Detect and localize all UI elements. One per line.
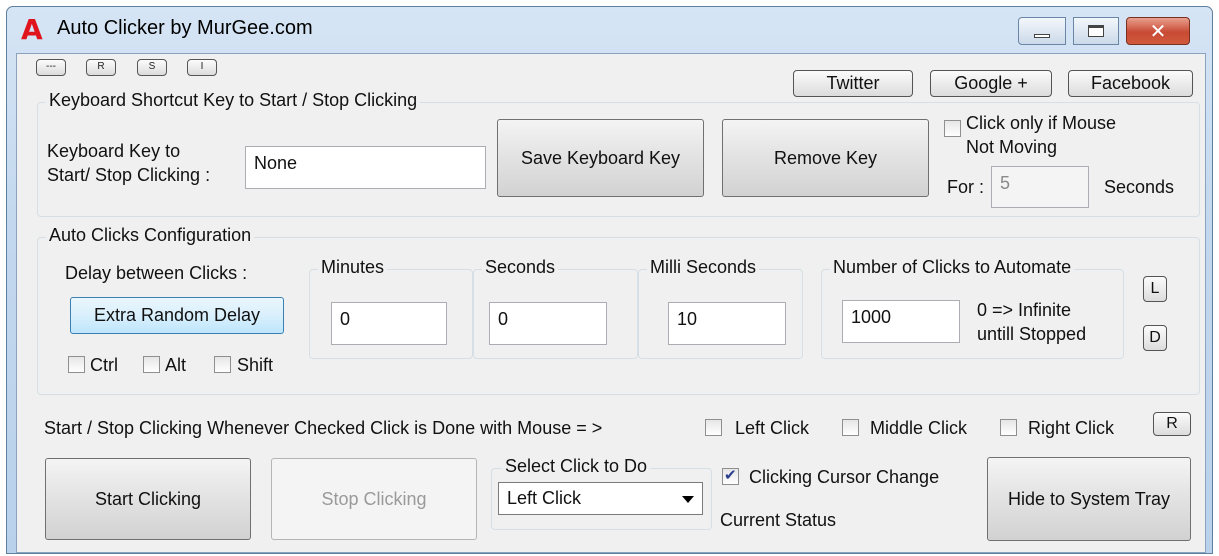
close-button[interactable]: ✕ bbox=[1126, 17, 1190, 45]
maximize-button[interactable] bbox=[1073, 17, 1119, 45]
client-area: --- R S I Twitter Google + Facebook Keyb… bbox=[16, 53, 1206, 553]
number-of-clicks-title: Number of Clicks to Automate bbox=[830, 257, 1075, 278]
chevron-down-icon bbox=[682, 496, 694, 503]
current-status-label: Current Status bbox=[720, 510, 837, 530]
ctrl-label: Ctrl bbox=[90, 355, 118, 375]
keyboard-key-label-line1: Keyboard Key to bbox=[47, 141, 181, 161]
maximize-icon bbox=[1088, 25, 1104, 37]
mouse-trigger-label: Start / Stop Clicking Whenever Checked C… bbox=[44, 418, 603, 438]
minimize-button[interactable] bbox=[1018, 17, 1066, 45]
twitter-button[interactable]: Twitter bbox=[793, 70, 913, 97]
ctrl-checkbox[interactable] bbox=[68, 356, 85, 373]
left-click-label: Left Click bbox=[735, 418, 810, 438]
for-label: For : bbox=[947, 177, 985, 197]
not-moving-seconds-input[interactable]: 5 bbox=[991, 166, 1089, 208]
keyboard-key-label-line2: Start/ Stop Clicking : bbox=[47, 165, 211, 185]
number-of-clicks-input[interactable]: 1000 bbox=[842, 300, 960, 343]
tiny-button-r[interactable]: R bbox=[86, 59, 116, 76]
l-button[interactable]: L bbox=[1143, 276, 1167, 302]
tiny-button-i[interactable]: I bbox=[187, 59, 217, 76]
select-click-title: Select Click to Do bbox=[502, 456, 651, 477]
close-icon: ✕ bbox=[1149, 19, 1167, 43]
middle-click-label: Middle Click bbox=[870, 418, 968, 438]
middle-click-checkbox[interactable] bbox=[842, 419, 859, 436]
extra-random-delay-button[interactable]: Extra Random Delay bbox=[70, 297, 284, 334]
milliseconds-title: Milli Seconds bbox=[647, 257, 760, 278]
google-plus-button[interactable]: Google + bbox=[930, 70, 1052, 97]
app-window: A Auto Clicker by MurGee.com ✕ --- R S I… bbox=[6, 6, 1213, 554]
cursor-change-checkbox[interactable] bbox=[722, 466, 739, 485]
start-clicking-button[interactable]: Start Clicking bbox=[45, 458, 251, 540]
infinite-note-line2: untill Stopped bbox=[977, 324, 1087, 344]
milliseconds-input[interactable]: 10 bbox=[668, 302, 786, 345]
seconds-input[interactable]: 0 bbox=[489, 302, 607, 345]
right-click-label: Right Click bbox=[1028, 418, 1115, 438]
stop-clicking-button[interactable]: Stop Clicking bbox=[271, 458, 477, 540]
hide-to-system-tray-button[interactable]: Hide to System Tray bbox=[987, 457, 1191, 541]
seconds-title: Seconds bbox=[482, 257, 559, 278]
r-button[interactable]: R bbox=[1153, 412, 1191, 436]
minutes-input[interactable]: 0 bbox=[331, 302, 447, 345]
auto-clicks-config-title: Auto Clicks Configuration bbox=[46, 225, 255, 246]
mouse-not-moving-label-line2: Not Moving bbox=[966, 137, 1058, 157]
title-bar[interactable]: A Auto Clicker by MurGee.com ✕ bbox=[7, 7, 1212, 51]
seconds-unit-label: Seconds bbox=[1104, 177, 1175, 197]
infinite-note-line1: 0 => Infinite bbox=[977, 300, 1072, 320]
cursor-change-label: Clicking Cursor Change bbox=[749, 467, 940, 487]
app-logo-icon: A bbox=[21, 13, 43, 46]
shift-label: Shift bbox=[237, 355, 274, 375]
keyboard-shortcut-group-title: Keyboard Shortcut Key to Start / Stop Cl… bbox=[46, 90, 421, 111]
click-type-dropdown[interactable]: Left Click bbox=[498, 482, 703, 515]
d-button[interactable]: D bbox=[1143, 325, 1167, 351]
alt-label: Alt bbox=[165, 355, 187, 375]
remove-key-button[interactable]: Remove Key bbox=[722, 119, 929, 197]
minimize-icon bbox=[1034, 34, 1050, 38]
facebook-button[interactable]: Facebook bbox=[1068, 70, 1193, 97]
tiny-button-1[interactable]: --- bbox=[36, 59, 66, 76]
right-click-checkbox[interactable] bbox=[1000, 419, 1017, 436]
click-type-selected: Left Click bbox=[507, 488, 582, 508]
shift-checkbox[interactable] bbox=[214, 356, 231, 373]
left-click-checkbox[interactable] bbox=[705, 419, 722, 436]
tiny-button-s[interactable]: S bbox=[137, 59, 167, 76]
mouse-not-moving-checkbox[interactable] bbox=[944, 120, 961, 137]
alt-checkbox[interactable] bbox=[143, 356, 160, 373]
keyboard-key-input[interactable]: None bbox=[245, 146, 486, 189]
delay-between-clicks-label: Delay between Clicks : bbox=[65, 263, 248, 283]
window-title: Auto Clicker by MurGee.com bbox=[57, 17, 313, 39]
minutes-title: Minutes bbox=[318, 257, 388, 278]
save-keyboard-key-button[interactable]: Save Keyboard Key bbox=[497, 119, 704, 197]
mouse-not-moving-label-line1: Click only if Mouse bbox=[966, 113, 1117, 133]
